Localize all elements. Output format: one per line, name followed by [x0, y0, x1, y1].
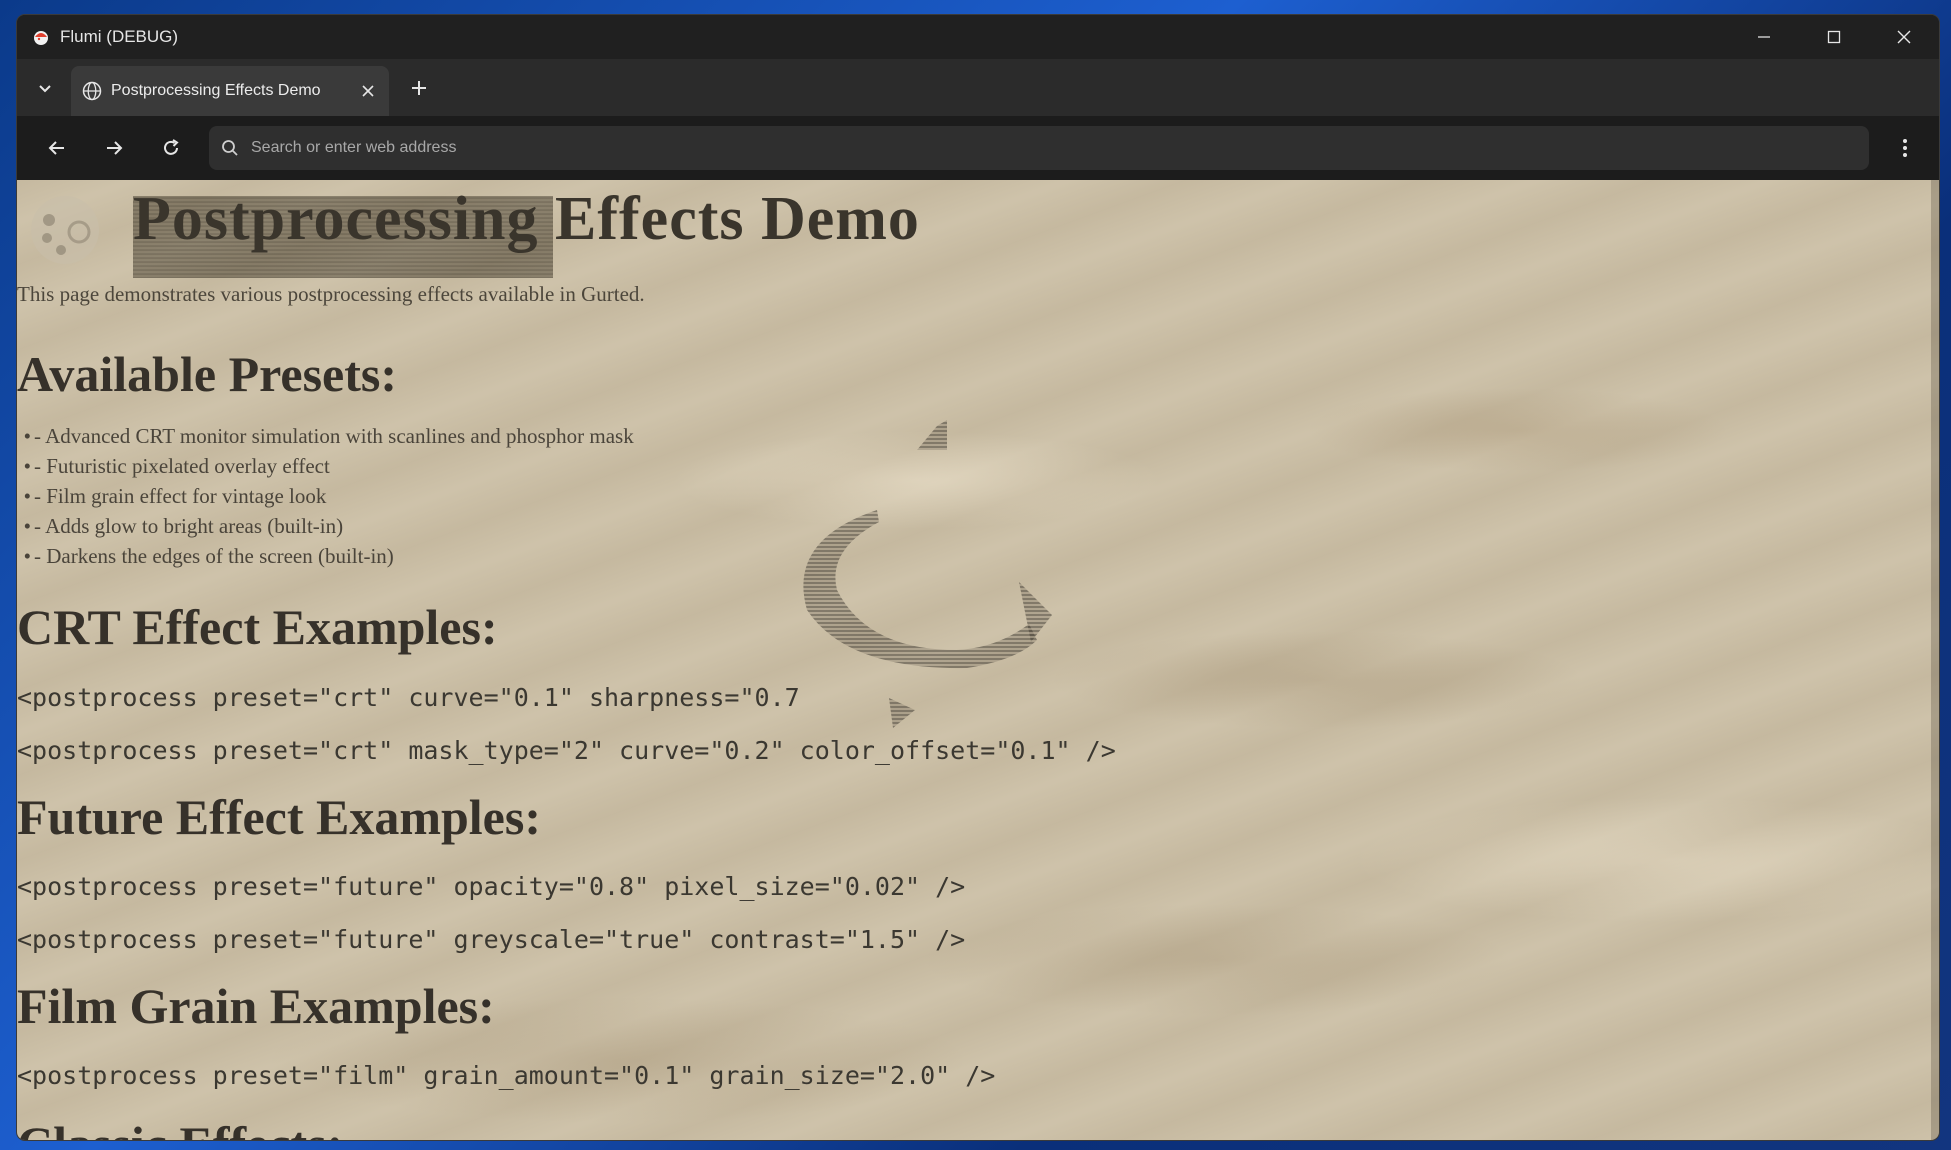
- tab-bar: Postprocessing Effects Demo: [17, 59, 1939, 116]
- intro-text: This page demonstrates various postproce…: [17, 282, 645, 306]
- maximize-icon: [1827, 30, 1841, 44]
- close-icon: [362, 85, 374, 97]
- preset-list: • - Advanced CRT monitor simulation with …: [17, 421, 634, 571]
- minimize-button[interactable]: [1729, 15, 1799, 59]
- crt-heading: CRT Effect Examples:: [17, 599, 498, 655]
- browser-window: Flumi (DEBUG) Postprocessing Effects Dem…: [17, 15, 1939, 1140]
- list-item: • - Film grain effect for vintage look: [23, 484, 327, 508]
- tab-postprocessing-demo[interactable]: Postprocessing Effects Demo: [71, 66, 389, 116]
- close-icon: [1897, 30, 1911, 44]
- list-item: • - Futuristic pixelated overlay effect: [23, 454, 330, 478]
- tab-title: Postprocessing Effects Demo: [111, 82, 321, 99]
- code-example: <postprocess preset="crt" curve="0.1" sh…: [17, 683, 800, 712]
- film-heading: Film Grain Examples:: [17, 978, 495, 1034]
- list-item: • - Advanced CRT monitor simulation with …: [23, 424, 634, 448]
- new-tab-button[interactable]: [401, 70, 437, 106]
- tab-close-button[interactable]: [357, 80, 379, 102]
- plus-icon: [412, 80, 426, 95]
- code-example: <postprocess preset="future" greyscale="…: [17, 925, 966, 954]
- globe-icon: [82, 81, 102, 101]
- scrollbar[interactable]: [1931, 180, 1939, 1140]
- code-example: <postprocess preset="future" opacity="0.…: [17, 872, 966, 901]
- list-item: • - Adds glow to bright areas (built-in): [23, 514, 344, 538]
- chevron-down-icon: [39, 84, 51, 92]
- page-title: Postprocessing Effects Demo: [133, 185, 920, 253]
- page-content: Postprocessing Effects Demo This page de…: [17, 180, 1939, 1140]
- minimize-icon: [1758, 36, 1770, 38]
- address-bar[interactable]: [209, 126, 1869, 170]
- address-input[interactable]: [249, 138, 1753, 158]
- tab-list-button[interactable]: [25, 68, 65, 108]
- flumi-app-icon: [34, 31, 48, 45]
- list-item: • - Darkens the edges of the screen (buil…: [23, 544, 394, 568]
- gurted-logo-icon: [31, 196, 99, 264]
- more-vertical-icon: [1903, 139, 1907, 157]
- close-window-button[interactable]: [1869, 15, 1939, 59]
- presets-heading: Available Presets:: [17, 346, 398, 402]
- maximize-button[interactable]: [1799, 15, 1869, 59]
- arrow-left-icon: [48, 141, 64, 155]
- forward-button[interactable]: [94, 128, 134, 168]
- reload-button[interactable]: [151, 128, 191, 168]
- arrow-right-icon: [107, 141, 123, 155]
- navigation-toolbar: [17, 116, 1939, 180]
- glitch-artifact-icon: [803, 420, 1052, 728]
- search-icon: [222, 140, 238, 156]
- window-title: Flumi (DEBUG): [60, 27, 179, 46]
- code-example: <postprocess preset="crt" mask_type="2" …: [17, 736, 1116, 765]
- browser-menu-button[interactable]: [1885, 128, 1925, 168]
- window-controls: [1729, 15, 1939, 59]
- classic-heading: Classic Effects:: [17, 1115, 343, 1140]
- reload-icon: [164, 139, 179, 155]
- future-heading: Future Effect Examples:: [17, 789, 541, 845]
- back-button[interactable]: [37, 128, 77, 168]
- title-bar: Flumi (DEBUG): [17, 15, 1939, 59]
- code-example: <postprocess preset="film" grain_amount=…: [17, 1061, 996, 1090]
